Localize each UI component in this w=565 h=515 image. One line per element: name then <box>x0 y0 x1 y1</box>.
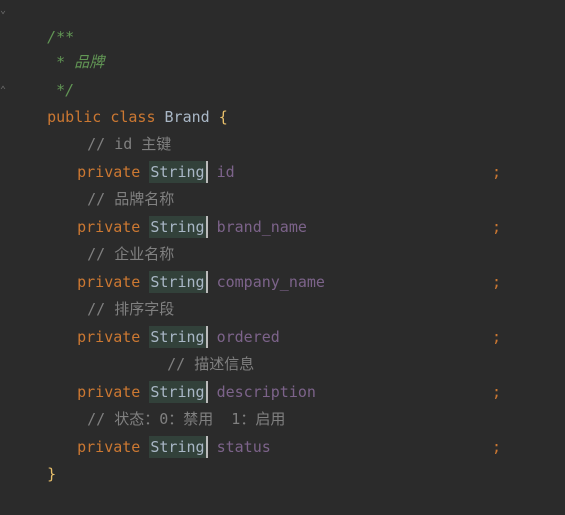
field-declaration-line: private String company_name; <box>0 242 565 293</box>
field-comment-line: // 排序字段 <box>0 269 565 318</box>
field-declaration-line: private String id; <box>0 132 565 183</box>
field-declaration-line: private String brand_name; <box>0 187 565 238</box>
field-declaration-line: private String ordered; <box>0 297 565 348</box>
field-comment-line: // 企业名称 <box>0 214 565 263</box>
doc-comment-open-line: ⌄/** <box>0 0 565 46</box>
class-declaration-line: public class Brand { <box>0 77 565 126</box>
field-declaration-line: private String status; <box>0 407 565 458</box>
field-comment-line: // 描述信息 <box>0 324 565 373</box>
doc-comment-close-line: ⌃ */ <box>0 50 565 99</box>
close-brace: } <box>47 465 57 483</box>
class-closing-line: } <box>0 434 565 483</box>
fold-icon[interactable]: ⌄ <box>0 0 9 24</box>
field-comment-line: // id 主键 <box>0 104 565 153</box>
field-comment-line: // 品牌名称 <box>0 159 565 208</box>
doc-comment-body-line: * 品牌 <box>0 22 565 71</box>
field-comment-line: // 状态：0：禁用 1：启用 <box>0 379 565 428</box>
field-declaration-line: private String description; <box>0 352 565 403</box>
